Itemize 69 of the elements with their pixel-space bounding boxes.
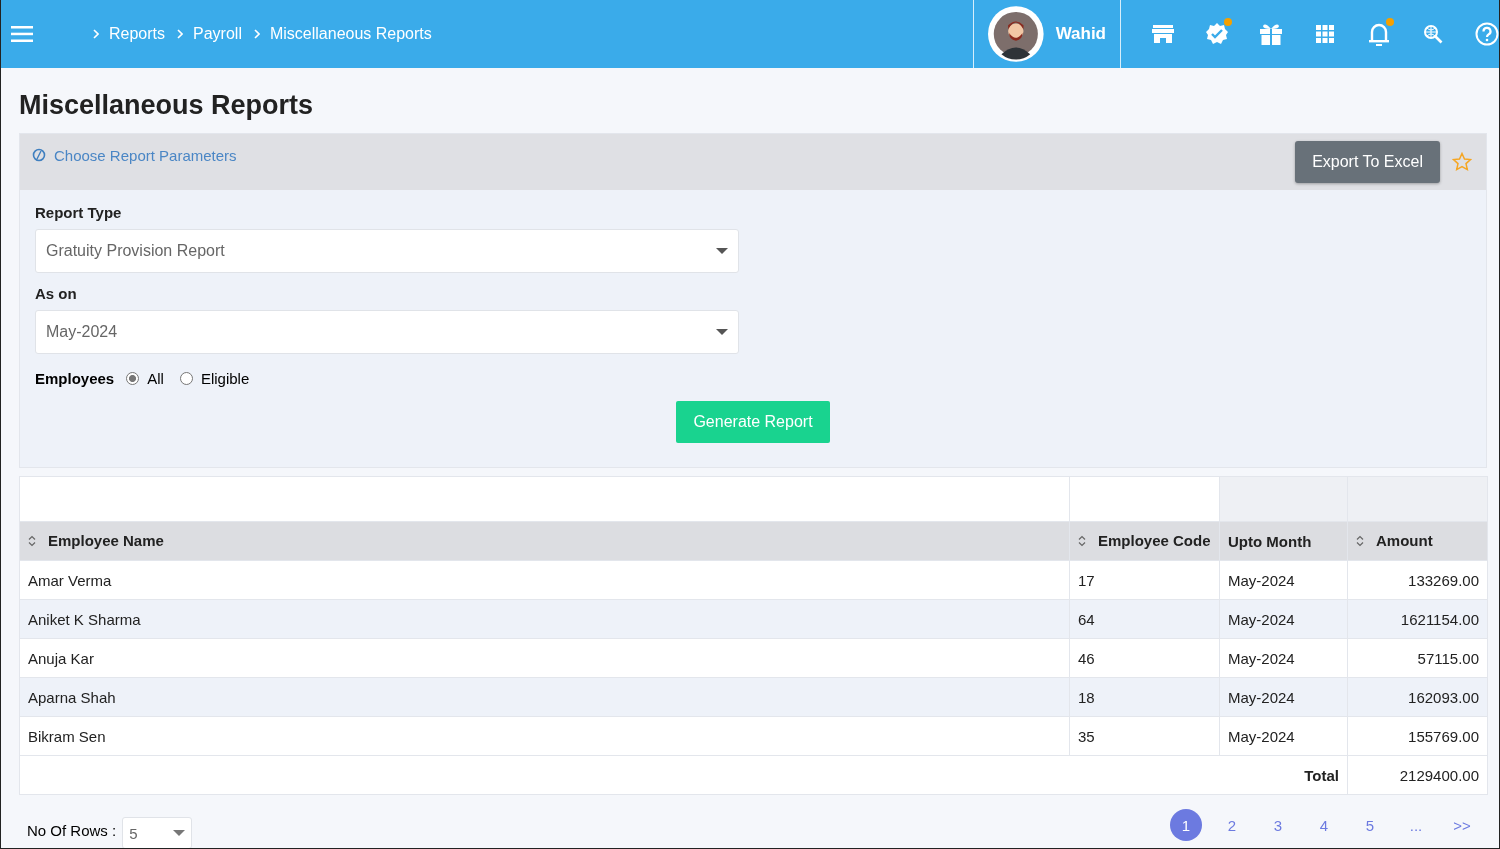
page-link[interactable]: >> xyxy=(1446,809,1478,841)
page-title: Miscellaneous Reports xyxy=(19,90,315,121)
table-cell: May-2024 xyxy=(1219,638,1348,678)
column-header[interactable]: Upto Month xyxy=(1219,521,1348,561)
chevron-icon xyxy=(253,29,260,39)
column-header[interactable]: Employee Code xyxy=(1069,521,1220,561)
radio-label[interactable]: Eligible xyxy=(200,370,250,387)
chevron-icon xyxy=(93,29,99,39)
page-link[interactable]: 4 xyxy=(1308,809,1340,841)
table-cell: May-2024 xyxy=(1219,599,1348,639)
table-cell: May-2024 xyxy=(1219,716,1348,756)
menu-icon[interactable] xyxy=(11,26,33,42)
globe-search-icon[interactable] xyxy=(1421,22,1445,46)
rows-label: No Of Rows : xyxy=(27,821,117,839)
caret-icon xyxy=(173,830,186,836)
table-cell: 17 xyxy=(1069,560,1220,600)
table-cell: Amar Verma xyxy=(19,560,1070,600)
table-cell: 64 xyxy=(1069,599,1220,639)
radio-label[interactable]: All xyxy=(147,370,164,387)
table-cell: 1621154.00 xyxy=(1347,599,1488,639)
generate-report-button[interactable]: Generate Report xyxy=(676,401,830,443)
table-cell: Anuja Kar xyxy=(19,638,1070,678)
rows-dropdown[interactable]: 5 xyxy=(122,817,193,848)
table-cell: Aniket K Sharma xyxy=(19,599,1070,639)
panel-header-text[interactable]: Choose Report Parameters xyxy=(54,146,237,164)
radio-button[interactable] xyxy=(126,372,140,385)
table-cell: Aparna Shah xyxy=(19,677,1070,717)
help-icon[interactable] xyxy=(1475,22,1499,46)
chevron-icon xyxy=(177,29,184,39)
radio-button[interactable] xyxy=(179,372,193,385)
breadcrumb-link[interactable]: Miscellaneous Reports xyxy=(269,25,432,43)
caret-icon xyxy=(716,248,728,254)
table-cell: 133269.00 xyxy=(1347,560,1488,600)
table-cell: 57115.00 xyxy=(1347,638,1488,678)
field-label: As on xyxy=(35,285,78,302)
breadcrumb-link[interactable]: Reports xyxy=(109,25,166,43)
grid-icon[interactable] xyxy=(1313,22,1337,46)
table-cell: 18 xyxy=(1069,677,1220,717)
sort-icon xyxy=(1356,534,1364,547)
column-header[interactable]: Employee Name xyxy=(19,521,1070,561)
user-name[interactable]: Wahid xyxy=(1055,24,1106,44)
table-cell: May-2024 xyxy=(1219,677,1348,717)
sort-icon xyxy=(1078,534,1086,547)
star-icon[interactable] xyxy=(1452,152,1472,172)
caret-icon xyxy=(716,329,728,335)
table-cell: 35 xyxy=(1069,716,1220,756)
table-cell: 46 xyxy=(1069,638,1220,678)
breadcrumb-link[interactable]: Payroll xyxy=(193,25,242,43)
page-link[interactable]: 1 xyxy=(1170,809,1202,841)
page-link[interactable]: 5 xyxy=(1354,809,1386,841)
field-label: Employees xyxy=(35,370,115,387)
store-icon[interactable] xyxy=(1151,22,1175,46)
page-link[interactable]: 2 xyxy=(1216,809,1248,841)
total-cell: 2129400.00 xyxy=(1347,755,1488,795)
column-header[interactable]: Amount xyxy=(1347,521,1488,561)
page-link[interactable]: 3 xyxy=(1262,809,1294,841)
avatar-icon[interactable] xyxy=(988,5,1044,63)
export-button[interactable]: Export To Excel xyxy=(1295,141,1440,183)
table-cell: 162093.00 xyxy=(1347,677,1488,717)
dropdown-field[interactable]: May-2024 xyxy=(35,310,739,354)
table-cell: 155769.00 xyxy=(1347,716,1488,756)
total-label: Total xyxy=(19,755,1348,795)
field-label: Report Type xyxy=(35,204,123,221)
dropdown-field[interactable]: Gratuity Provision Report xyxy=(35,229,739,273)
table-cell: Bikram Sen xyxy=(19,716,1070,756)
gift-icon[interactable] xyxy=(1259,22,1283,46)
table-cell: May-2024 xyxy=(1219,560,1348,600)
sort-icon xyxy=(28,534,36,547)
page-link[interactable]: ... xyxy=(1400,809,1432,841)
